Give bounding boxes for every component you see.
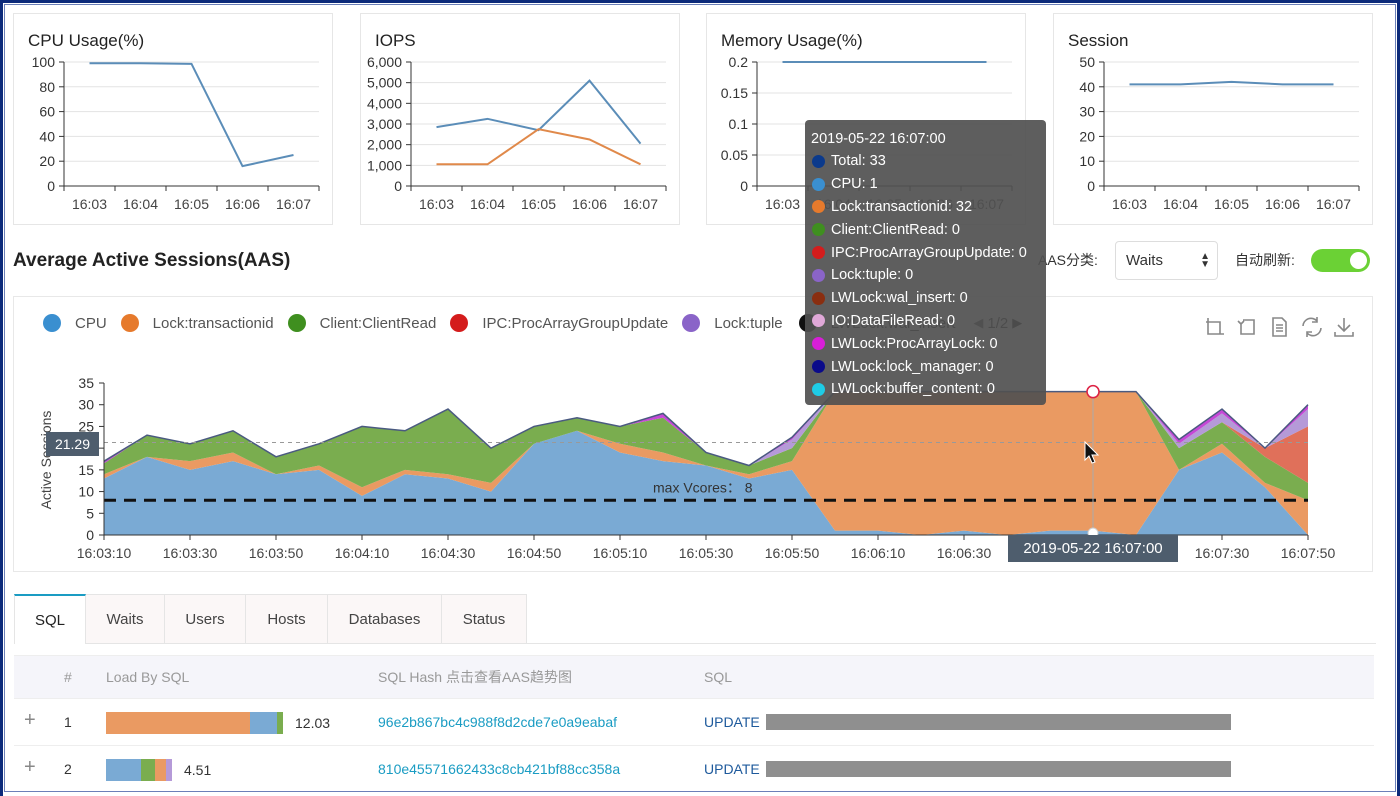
x-tick-label: 16:05:10	[593, 545, 648, 561]
row-index: 2	[64, 761, 72, 777]
tooltip-row: IO:DataFileRead: 0	[811, 310, 1046, 333]
tooltip-row-label: Lock:tuple: 0	[831, 267, 914, 284]
row-sql-link[interactable]: UPDATE	[704, 761, 760, 777]
series-dot-icon	[812, 360, 825, 374]
series-dot-icon	[812, 314, 825, 328]
x-tick-label: 16:03:50	[249, 545, 304, 561]
x-tick-label: 16:05:50	[765, 545, 820, 561]
table-row: + 1 12.03 96e2b867bc4c988f8d2cde7e0a9eab…	[14, 698, 1374, 745]
expand-icon[interactable]: +	[24, 756, 36, 779]
load-bar-segment	[141, 759, 155, 781]
series-dot-icon	[812, 268, 825, 282]
series-dot-icon	[812, 382, 825, 396]
tooltip-title: 2019-05-22 16:07:00	[811, 130, 946, 147]
tab-bar: SQL Waits Users Hosts Databases Status	[14, 594, 527, 644]
hover-point-marker	[1086, 384, 1100, 399]
tooltip-row-label: Lock:transactionid: 32	[831, 198, 973, 215]
sql-table: # Load By SQL SQL Hash 点击查看AAS趋势图 SQL + …	[14, 655, 1374, 792]
row-load: 12.03	[295, 715, 331, 731]
row-load: 4.51	[184, 762, 212, 778]
tooltip-row: LWLock:ProcArrayLock: 0	[811, 332, 1046, 355]
aas-tooltip: 2019-05-22 16:07:00 Total: 33 CPU: 1 Lock:…	[805, 120, 1046, 405]
series-dot-icon	[812, 291, 825, 305]
tooltip-row-label: IO:DataFileRead: 0	[831, 312, 956, 329]
y-pointer-badge: 21.29	[46, 432, 99, 456]
series-dot-icon	[812, 154, 825, 168]
y-tick-label: 5	[86, 505, 94, 521]
x-tick-label: 16:05:30	[679, 545, 734, 561]
redacted-sql	[766, 761, 1231, 777]
table-row: + 2 4.51 810e45571662433c8cb421bf88cc358…	[14, 745, 1374, 792]
tooltip-row-label: Client:ClientRead: 0	[831, 221, 960, 238]
load-bar	[106, 712, 283, 734]
load-bar-segment	[154, 759, 167, 781]
expand-icon[interactable]: +	[24, 709, 36, 732]
load-bar-segment	[276, 712, 283, 734]
y-tick-label: 35	[78, 375, 94, 391]
tab-sql[interactable]: SQL	[14, 594, 86, 644]
table-header: # Load By SQL SQL Hash 点击查看AAS趋势图 SQL	[14, 655, 1374, 698]
x-tick-label: 16:03:10	[77, 545, 132, 561]
max-vcores-label: max Vcores： 8	[653, 479, 753, 495]
tooltip-row: LWLock:buffer_content: 0	[811, 378, 1046, 401]
y-axis-label: Active Sessions	[38, 411, 54, 510]
tooltip-row: IPC:ProcArrayGroupUpdate: 0	[811, 241, 1046, 264]
series-dot-icon	[812, 337, 825, 351]
tooltip-row: Lock:transactionid: 32	[811, 196, 1046, 219]
aas-chart: 05101520253035Active Sessionsmax Vcores：…	[38, 375, 1336, 561]
load-bar-segment	[106, 759, 142, 781]
x-tick-label: 16:04:10	[335, 545, 390, 561]
series-dot-icon	[812, 200, 825, 214]
tooltip-row-label: CPU: 1	[831, 176, 878, 193]
tab-waits[interactable]: Waits	[86, 594, 165, 644]
tooltip-row: LWLock:lock_manager: 0	[811, 355, 1046, 378]
row-sql-link[interactable]: UPDATE	[704, 714, 760, 730]
tooltip-row-label: LWLock:wal_insert: 0	[831, 290, 968, 307]
x-tick-label: 16:04:30	[421, 545, 476, 561]
col-index: #	[64, 669, 72, 685]
x-tick-label: 16:07:30	[1195, 545, 1250, 561]
tab-divider	[86, 643, 1376, 644]
tab-users[interactable]: Users	[165, 594, 246, 644]
y-tick-label: 0	[86, 527, 94, 543]
series-dot-icon	[812, 246, 825, 260]
tooltip-row-label: LWLock:lock_manager: 0	[831, 358, 994, 375]
tab-databases[interactable]: Databases	[328, 594, 442, 644]
tooltip-row-label: Total: 33	[831, 153, 886, 170]
x-tick-label: 16:04:50	[507, 545, 562, 561]
row-index: 1	[64, 714, 72, 730]
x-tick-label: 16:07:50	[1281, 545, 1336, 561]
load-bar-segment	[166, 759, 173, 781]
tooltip-row-label: LWLock:ProcArrayLock: 0	[831, 335, 998, 352]
x-pointer-badge: 2019-05-22 16:07:00	[1008, 535, 1178, 562]
row-hash-link[interactable]: 96e2b867bc4c988f8d2cde7e0a9eabaf	[378, 714, 617, 730]
x-tick-label: 16:03:30	[163, 545, 218, 561]
tooltip-row: LWLock:wal_insert: 0	[811, 287, 1046, 310]
tooltip-row: CPU: 1	[811, 173, 1046, 196]
y-tick-label: 30	[78, 397, 94, 413]
y-tick-label: 15	[78, 462, 94, 478]
col-hash: SQL Hash 点击查看AAS趋势图	[378, 669, 572, 685]
tooltip-row-label: IPC:ProcArrayGroupUpdate: 0	[831, 244, 1027, 261]
tab-hosts[interactable]: Hosts	[246, 594, 328, 644]
y-tick-label: 10	[78, 484, 94, 500]
load-bar	[106, 759, 173, 781]
tooltip-row: Lock:tuple: 0	[811, 264, 1046, 287]
tab-status[interactable]: Status	[442, 594, 527, 644]
col-load: Load By SQL	[106, 669, 190, 685]
tooltip-row: Total: 33	[811, 150, 1046, 173]
load-bar-segment	[250, 712, 277, 734]
tooltip-row-label: LWLock:buffer_content: 0	[831, 381, 995, 398]
row-hash-link[interactable]: 810e45571662433c8cb421bf88cc358a	[378, 761, 620, 777]
series-dot-icon	[812, 223, 825, 237]
redacted-sql	[766, 714, 1231, 730]
load-bar-segment	[106, 712, 251, 734]
col-sql: SQL	[704, 669, 733, 685]
x-tick-label: 16:06:10	[851, 545, 906, 561]
series-dot-icon	[812, 177, 825, 191]
tooltip-row: Client:ClientRead: 0	[811, 218, 1046, 241]
x-tick-label: 16:06:30	[937, 545, 992, 561]
